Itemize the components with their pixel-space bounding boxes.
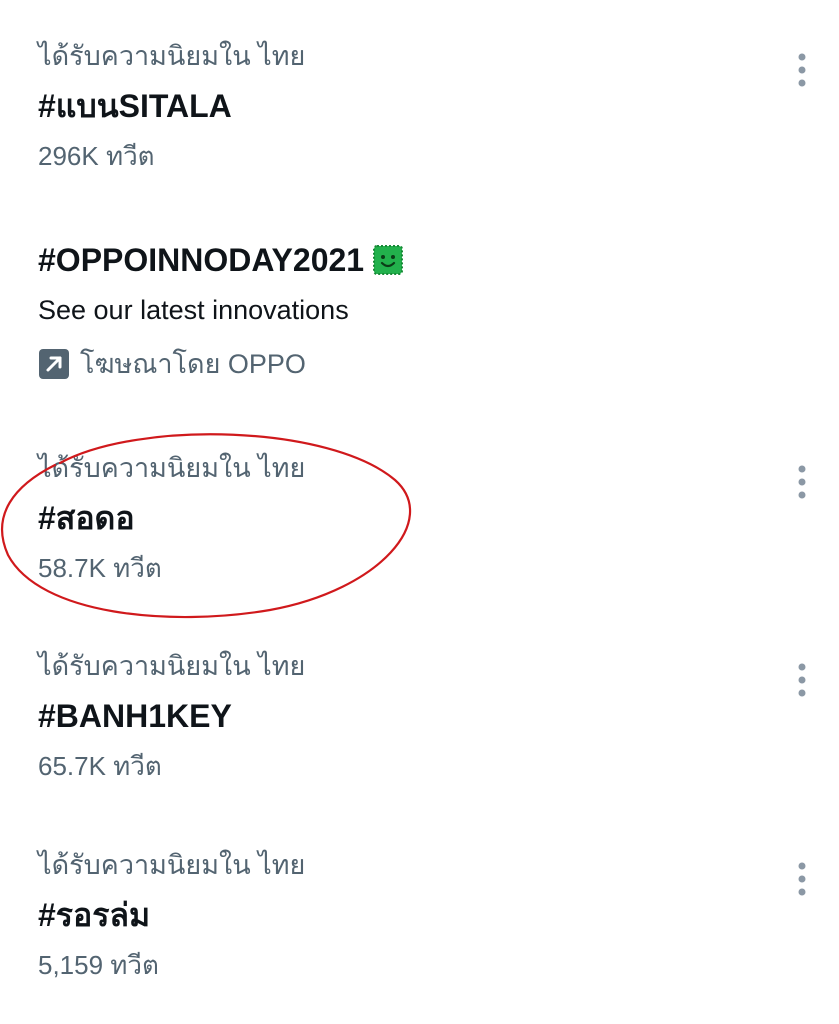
promoted-trend[interactable]: #OPPOINNODAY2021 See our latest innovati… (38, 240, 808, 390)
promoted-arrow-icon (39, 349, 69, 379)
more-options-button[interactable] (772, 650, 832, 710)
smiley-badge-icon (373, 245, 404, 275)
trends-list: ได้รับความนิยมใน ไทย #แบนSITALA 296K ทวี… (0, 0, 839, 1024)
promoted-by-label: โฆษณาโดย OPPO (80, 349, 306, 379)
more-options-button[interactable] (772, 849, 832, 909)
promoted-hashtag[interactable]: #OPPOINNODAY2021 (38, 240, 364, 280)
trend-title[interactable]: #BANH1KEY (38, 696, 232, 736)
trend-title[interactable]: #แบนSITALA (38, 86, 232, 126)
more-vertical-icon (798, 663, 806, 697)
more-options-button[interactable] (772, 452, 832, 512)
trend-context: ได้รับความนิยมใน ไทย (38, 850, 306, 880)
trend-tweet-count: 58.7K ทวีต (38, 553, 162, 583)
trend-title[interactable]: #สอดอ (38, 498, 135, 538)
trend-item[interactable]: ได้รับความนิยมใน ไทย #รอรล่ม 5,159 ทวีต (38, 847, 808, 997)
trend-item[interactable]: ได้รับความนิยมใน ไทย #แบนSITALA 296K ทวี… (38, 38, 808, 188)
trend-context: ได้รับความนิยมใน ไทย (38, 453, 306, 483)
promoted-description: See our latest innovations (38, 295, 349, 325)
more-options-button[interactable] (772, 40, 832, 100)
trend-tweet-count: 65.7K ทวีต (38, 751, 162, 781)
trend-item[interactable]: ได้รับความนิยมใน ไทย #BANH1KEY 65.7K ทวี… (38, 648, 808, 798)
more-vertical-icon (798, 862, 806, 896)
more-vertical-icon (798, 465, 806, 499)
promoted-title[interactable]: #OPPOINNODAY2021 (38, 240, 404, 280)
trend-context: ได้รับความนิยมใน ไทย (38, 651, 306, 681)
trend-item[interactable]: ได้รับความนิยมใน ไทย #สอดอ 58.7K ทวีต (38, 450, 808, 600)
trend-title[interactable]: #รอรล่ม (38, 895, 150, 935)
trend-tweet-count: 5,159 ทวีต (38, 950, 159, 980)
trend-context: ได้รับความนิยมใน ไทย (38, 41, 306, 71)
trend-tweet-count: 296K ทวีต (38, 141, 155, 171)
more-vertical-icon (798, 53, 806, 87)
promoted-by[interactable]: โฆษณาโดย OPPO (38, 347, 306, 381)
